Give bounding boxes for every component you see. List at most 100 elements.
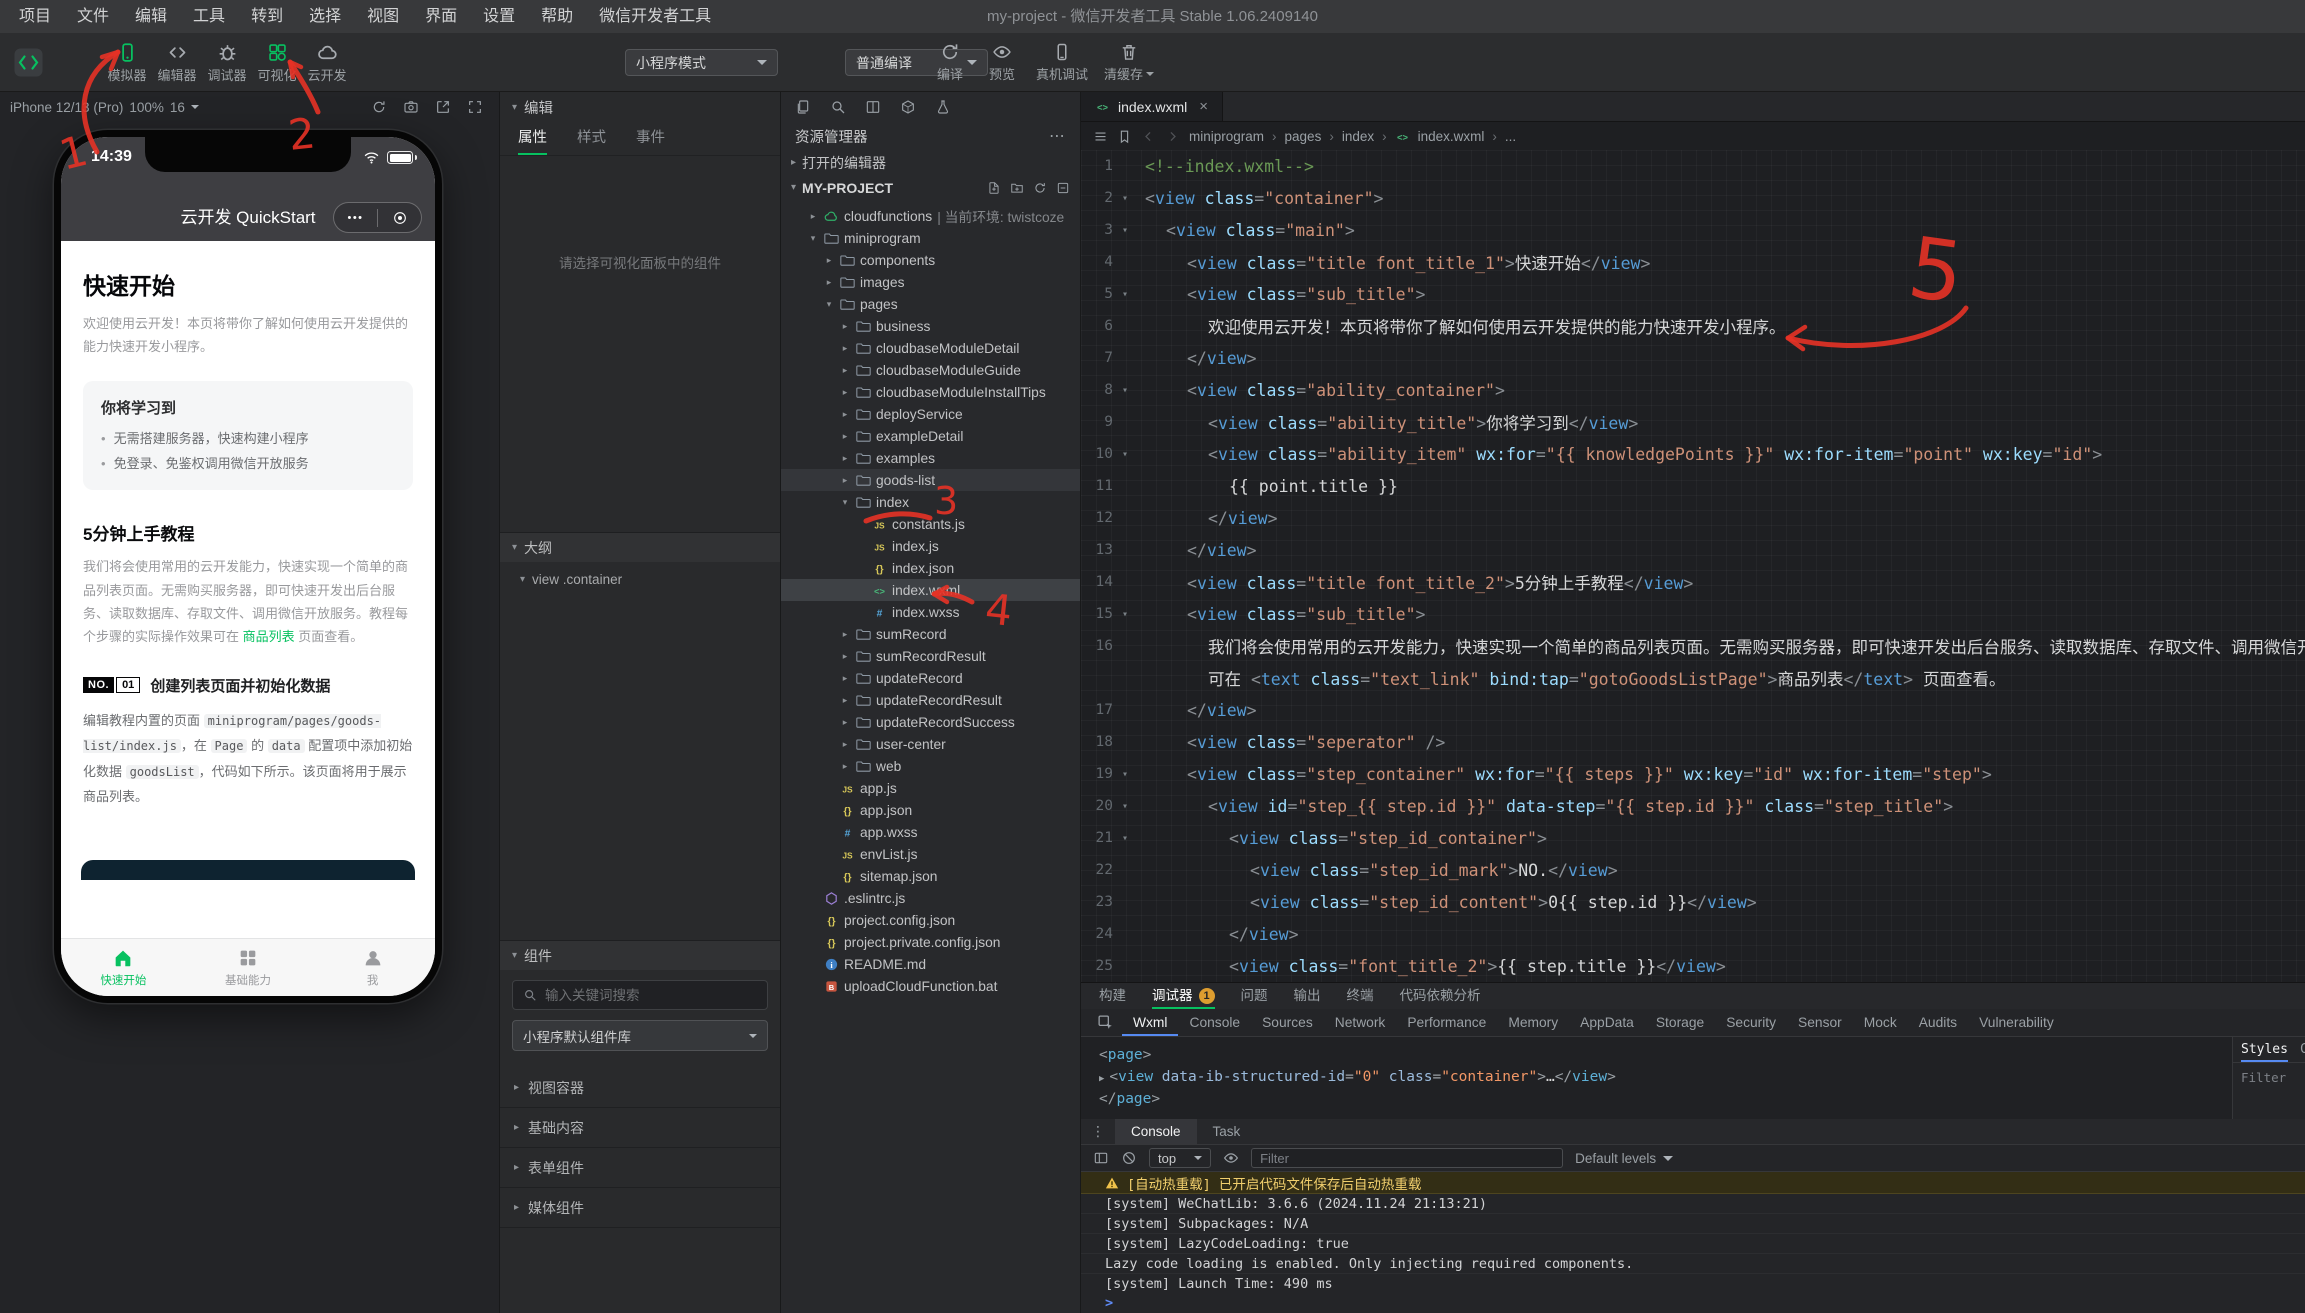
- styles-filter[interactable]: Filter: [2233, 1063, 2305, 1092]
- inspect-element-icon[interactable]: [1097, 1014, 1114, 1031]
- devtools-tab-AppData[interactable]: AppData: [1569, 1009, 1645, 1036]
- tree-item-updateRecordSuccess[interactable]: ▸ updateRecordSuccess: [781, 711, 1080, 733]
- search-icon[interactable]: [830, 99, 846, 115]
- code-line[interactable]: 3 ▾ <view class="main">: [1081, 214, 2305, 246]
- tree-item-updateRecordResult[interactable]: ▸ updateRecordResult: [781, 689, 1080, 711]
- breadcrumb-item-index.wxml[interactable]: index.wxml: [1418, 129, 1485, 144]
- code-line[interactable]: 7 </view>: [1081, 342, 2305, 374]
- project-root-row[interactable]: ▾ MY-PROJECT: [781, 175, 1080, 200]
- tree-item-user-center[interactable]: ▸ user-center: [781, 733, 1080, 755]
- components-section-header[interactable]: ▾ 组件: [500, 940, 780, 970]
- tree-item-goods-list[interactable]: ▸ goods-list: [781, 469, 1080, 491]
- styles-tab[interactable]: Styles: [2241, 1037, 2288, 1062]
- devtools-tab-Storage[interactable]: Storage: [1645, 1009, 1715, 1036]
- code-line[interactable]: 8 ▾ <view class="ability_container">: [1081, 374, 2305, 406]
- goods-list-link[interactable]: 商品列表: [243, 629, 295, 644]
- fold-icon[interactable]: ▾: [1113, 769, 1137, 780]
- panel-tab-构建[interactable]: 构建: [1099, 983, 1126, 1009]
- code-line[interactable]: 11 {{ point.title }}: [1081, 470, 2305, 502]
- tree-item-app.json[interactable]: {} app.json: [781, 799, 1080, 821]
- panel-tab-问题[interactable]: 问题: [1241, 983, 1268, 1009]
- devtools-tab-Mock[interactable]: Mock: [1853, 1009, 1908, 1036]
- fullscreen-icon[interactable]: [467, 99, 483, 115]
- devtools-tab-Console[interactable]: Console: [1178, 1009, 1251, 1036]
- devtools-tab-Sensor[interactable]: Sensor: [1787, 1009, 1853, 1036]
- popout-icon[interactable]: [435, 99, 451, 115]
- fold-icon[interactable]: ▾: [1113, 801, 1137, 812]
- tab-bar-item-快速开始[interactable]: 快速开始: [61, 939, 186, 996]
- tree-item-business[interactable]: ▸ business: [781, 315, 1080, 337]
- tree-item-README.md[interactable]: i README.md: [781, 953, 1080, 975]
- fold-icon[interactable]: ▾: [1113, 833, 1137, 844]
- code-editor[interactable]: 1 <!--index.wxml--> 2 ▾ <view class="contain…: [1081, 150, 2305, 982]
- toolbar-action-真机调试[interactable]: 真机调试: [1032, 39, 1092, 83]
- wxml-node[interactable]: <page>: [1081, 1044, 2305, 1066]
- tree-item-project.private.config.json[interactable]: {} project.private.config.json: [781, 931, 1080, 953]
- menu-item-帮助[interactable]: 帮助: [528, 0, 586, 33]
- outline-section-header[interactable]: ▾ 大纲: [500, 532, 780, 562]
- tree-item-index.json[interactable]: {} index.json: [781, 557, 1080, 579]
- collapse-icon[interactable]: [1056, 181, 1070, 195]
- hamburger-icon[interactable]: [1093, 129, 1108, 144]
- more-icon[interactable]: ⋯: [1049, 126, 1066, 146]
- nav-back-icon[interactable]: [1141, 129, 1156, 144]
- flask-icon[interactable]: [935, 99, 951, 115]
- tree-item-constants.js[interactable]: JS constants.js: [781, 513, 1080, 535]
- close-icon[interactable]: ×: [1199, 98, 1208, 115]
- toolbar-action-预览[interactable]: 预览: [980, 39, 1024, 83]
- code-line[interactable]: 15 ▾ <view class="sub_title">: [1081, 598, 2305, 630]
- fold-icon[interactable]: ▾: [1113, 609, 1137, 620]
- devtools-tab-Wxml[interactable]: Wxml: [1122, 1009, 1178, 1036]
- panel-tab-调试器[interactable]: 调试器 1: [1152, 983, 1215, 1009]
- code-line[interactable]: 22 <view class="step_id_mark">NO.</view>: [1081, 854, 2305, 886]
- code-line[interactable]: 5 ▾ <view class="sub_title">: [1081, 278, 2305, 310]
- code-line[interactable]: 17 </view>: [1081, 694, 2305, 726]
- tree-item-cloudbaseModuleGuide[interactable]: ▸ cloudbaseModuleGuide: [781, 359, 1080, 381]
- fold-icon[interactable]: ▾: [1113, 385, 1137, 396]
- rotate-icon[interactable]: [371, 99, 387, 115]
- inspector-header[interactable]: ▾ 编辑: [500, 92, 780, 122]
- split-icon[interactable]: [865, 99, 881, 115]
- breadcrumb-item-miniprogram[interactable]: miniprogram: [1189, 129, 1264, 144]
- fold-icon[interactable]: ▾: [1113, 193, 1137, 204]
- code-line[interactable]: 21 ▾ <view class="step_id_container">: [1081, 822, 2305, 854]
- tree-item-exampleDetail[interactable]: ▸ exampleDetail: [781, 425, 1080, 447]
- menu-item-设置[interactable]: 设置: [470, 0, 528, 33]
- code-line[interactable]: 12 </view>: [1081, 502, 2305, 534]
- fold-icon[interactable]: ▾: [1113, 449, 1137, 460]
- tree-item-web[interactable]: ▸ web: [781, 755, 1080, 777]
- devtools-tab-Performance[interactable]: Performance: [1396, 1009, 1497, 1036]
- panel-tab-输出[interactable]: 输出: [1294, 983, 1321, 1009]
- toolbar-action-清缓存[interactable]: 清缓存: [1100, 39, 1158, 83]
- toolbar-button-调试器[interactable]: 调试器: [202, 39, 252, 84]
- tab-bar-item-基础能力[interactable]: 基础能力: [186, 939, 311, 996]
- component-group-表单组件[interactable]: ▸ 表单组件: [500, 1148, 780, 1188]
- console-tab-Task[interactable]: Task: [1197, 1119, 1257, 1144]
- tree-item-cloudfunctions[interactable]: ▸ cloudfunctions | 当前环境: twistcoze: [781, 205, 1080, 227]
- mode-select[interactable]: 小程序模式: [625, 49, 778, 76]
- devtools-tab-Vulnerability[interactable]: Vulnerability: [1968, 1009, 2065, 1036]
- wxml-node[interactable]: </page>: [1081, 1088, 2305, 1110]
- fold-icon[interactable]: ▾: [1113, 225, 1137, 236]
- code-line[interactable]: 1 <!--index.wxml-->: [1081, 150, 2305, 182]
- computed-tab[interactable]: Co: [2300, 1037, 2305, 1062]
- nav-forward-icon[interactable]: [1165, 129, 1180, 144]
- breadcrumb-item-index[interactable]: index: [1342, 129, 1374, 144]
- fold-icon[interactable]: ▾: [1113, 289, 1137, 300]
- tree-item-images[interactable]: ▸ images: [781, 271, 1080, 293]
- toolbar-action-编译[interactable]: 编译: [928, 39, 972, 83]
- menu-item-选择[interactable]: 选择: [296, 0, 354, 33]
- tree-item-miniprogram[interactable]: ▾ miniprogram: [781, 227, 1080, 249]
- toolbar-button-模拟器[interactable]: 模拟器: [102, 39, 152, 84]
- code-line[interactable]: 2 ▾ <view class="container">: [1081, 182, 2305, 214]
- console-filter-input[interactable]: [1251, 1148, 1564, 1168]
- code-line[interactable]: 10 ▾ <view class="ability_item" wx:for="{{…: [1081, 438, 2305, 470]
- tree-item-updateRecord[interactable]: ▸ updateRecord: [781, 667, 1080, 689]
- code-line[interactable]: 9 <view class="ability_title">你将学习到</view…: [1081, 406, 2305, 438]
- screenshot-icon[interactable]: [403, 99, 419, 115]
- devtools-tab-Audits[interactable]: Audits: [1908, 1009, 1968, 1036]
- panel-tab-终端[interactable]: 终端: [1347, 983, 1374, 1009]
- component-group-媒体组件[interactable]: ▸ 媒体组件: [500, 1188, 780, 1228]
- capsule-menu[interactable]: •••: [333, 202, 422, 233]
- component-group-基础内容[interactable]: ▸ 基础内容: [500, 1108, 780, 1148]
